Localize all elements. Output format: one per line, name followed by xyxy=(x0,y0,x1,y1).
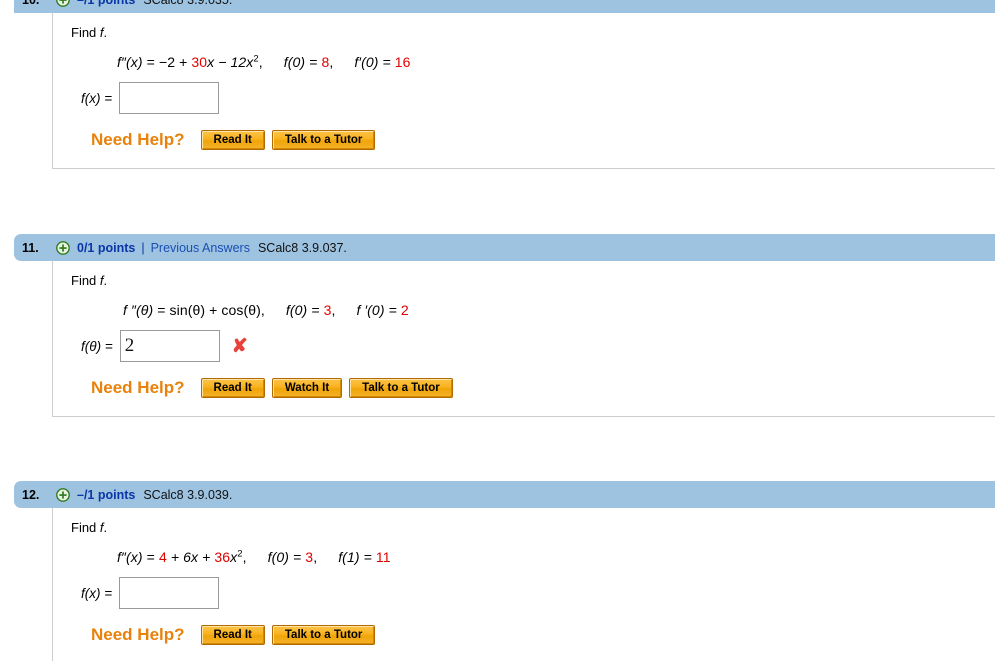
plus-circle-icon[interactable] xyxy=(56,487,70,502)
read-it-button[interactable]: Read It xyxy=(200,625,265,645)
term: −2 + xyxy=(158,54,192,70)
answer-row-12: f(x) = xyxy=(81,577,995,609)
condition-comma: , xyxy=(313,549,318,565)
prompt-end: . xyxy=(103,273,108,288)
condition-comma: , xyxy=(331,302,336,318)
answer-row-11: f(θ) = ✘ xyxy=(81,330,995,362)
plus-circle-icon[interactable] xyxy=(56,0,70,7)
points-label: 0/1 points xyxy=(77,240,136,255)
points-label: –/1 points xyxy=(77,0,135,7)
condition-label: f(1) = xyxy=(338,549,372,565)
need-help-row-11: Need Help? Read It Watch It Talk to a Tu… xyxy=(91,378,995,398)
need-help-label: Need Help? xyxy=(91,625,185,644)
equation-10: f″(x) = −2 + 30x − 12x2, f(0) = 8, f′(0)… xyxy=(117,54,995,70)
assignment-page: 10. –/1 points SCalc8 3.9.035. Find f. f… xyxy=(0,0,995,661)
prompt-end: . xyxy=(103,520,108,535)
term: , xyxy=(258,54,263,70)
term: + 6x + xyxy=(166,549,215,565)
question-number: 10. xyxy=(22,0,56,7)
question-block-10: 10. –/1 points SCalc8 3.9.035. Find f. f… xyxy=(0,0,995,169)
read-it-button[interactable]: Read It xyxy=(200,378,265,398)
equation-equals: = xyxy=(146,54,155,70)
previous-answers-link[interactable]: Previous Answers xyxy=(151,241,250,255)
answer-input[interactable] xyxy=(119,577,220,609)
question-header-10: 10. –/1 points SCalc8 3.9.035. xyxy=(14,0,995,13)
prompt-text: Find xyxy=(71,520,97,535)
equation-rhs: −2 + 30x − 12x2, xyxy=(159,54,267,70)
source-reference: SCalc8 3.9.037. xyxy=(257,240,347,255)
condition-comma: , xyxy=(329,54,334,70)
need-help-label: Need Help? xyxy=(91,378,185,397)
question-block-11: 11. 0/1 points | Previous Answers SCalc8… xyxy=(0,234,995,417)
question-body-11: Find f. f ″(θ) = sin(θ) + cos(θ), f(0) =… xyxy=(52,261,995,417)
prompt-text: Find xyxy=(71,273,97,288)
question-body-10: Find f. f″(x) = −2 + 30x − 12x2, f(0) = … xyxy=(52,13,995,169)
question-header-12: 12. –/1 points SCalc8 3.9.039. xyxy=(14,481,995,508)
answer-row-10: f(x) = xyxy=(81,82,995,114)
question-number: 12. xyxy=(22,487,40,502)
answer-input[interactable] xyxy=(119,82,220,114)
condition-value: 11 xyxy=(375,549,391,565)
question-prompt: Find f. xyxy=(71,273,995,288)
read-it-button[interactable]: Read It xyxy=(200,130,265,150)
points-label: –/1 points xyxy=(77,487,136,502)
term: , xyxy=(242,549,247,565)
equation-equals: = xyxy=(157,302,166,318)
condition-label: f(0) = xyxy=(267,549,302,565)
plus-circle-icon[interactable] xyxy=(56,240,70,255)
need-help-row-12: Need Help? Read It Talk to a Tutor xyxy=(91,625,995,645)
condition-value: 2 xyxy=(400,302,409,318)
talk-to-a-tutor-button[interactable]: Talk to a Tutor xyxy=(271,130,376,150)
question-prompt: Find f. xyxy=(71,25,995,40)
header-separator: | xyxy=(141,240,145,255)
answer-label: f(x) = xyxy=(81,585,113,601)
answer-label: f(x) = xyxy=(81,90,113,106)
term-red: 30 xyxy=(191,54,208,70)
condition-value: 16 xyxy=(394,54,411,70)
equation-rhs: sin(θ) + cos(θ), xyxy=(169,302,265,318)
incorrect-mark-icon: ✘ xyxy=(231,335,248,357)
answer-label: f(θ) = xyxy=(81,338,113,354)
watch-it-button[interactable]: Watch It xyxy=(271,378,343,398)
question-prompt: Find f. xyxy=(71,520,995,535)
source-reference: SCalc8 3.9.035. xyxy=(143,0,232,7)
prompt-text: Find xyxy=(71,25,97,40)
equation-11: f ″(θ) = sin(θ) + cos(θ), f(0) = 3, f ′(… xyxy=(123,302,995,318)
source-reference: SCalc8 3.9.039. xyxy=(143,487,233,502)
condition-label: f′(0) = xyxy=(354,54,391,70)
term: x − 12 xyxy=(207,54,247,70)
term-red: 36 xyxy=(214,549,231,565)
equation-equals: = xyxy=(146,549,155,565)
answer-input[interactable] xyxy=(119,330,220,362)
term-red: 4 xyxy=(158,549,167,565)
equation-rhs: 4 + 6x + 36x2, xyxy=(159,549,251,565)
condition-label: f(0) = xyxy=(283,54,318,70)
equation-lhs: f″(x) xyxy=(117,549,143,565)
talk-to-a-tutor-button[interactable]: Talk to a Tutor xyxy=(349,378,453,398)
condition-label: f ′(0) = xyxy=(356,302,397,318)
question-header-11: 11. 0/1 points | Previous Answers SCalc8… xyxy=(14,234,995,261)
question-body-12: Find f. f″(x) = 4 + 6x + 36x2, f(0) = 3,… xyxy=(52,508,995,661)
equation-12: f″(x) = 4 + 6x + 36x2, f(0) = 3, f(1) = … xyxy=(117,549,995,565)
need-help-label: Need Help? xyxy=(91,130,185,149)
talk-to-a-tutor-button[interactable]: Talk to a Tutor xyxy=(271,625,376,645)
question-number: 11. xyxy=(22,240,39,255)
equation-lhs: f″(x) xyxy=(117,54,143,70)
prompt-end: . xyxy=(103,25,108,40)
condition-label: f(0) = xyxy=(285,302,320,318)
condition-value: 3 xyxy=(305,549,314,565)
question-block-12: 12. –/1 points SCalc8 3.9.039. Find f. f… xyxy=(0,481,995,661)
equation-lhs: f ″(θ) xyxy=(123,302,154,318)
need-help-row-10: Need Help? Read It Talk to a Tutor xyxy=(91,130,995,150)
